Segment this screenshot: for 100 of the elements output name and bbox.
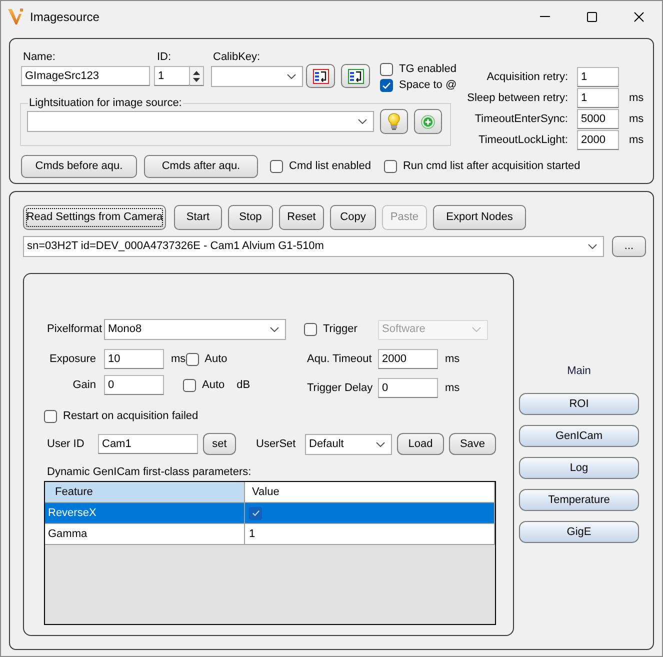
field-label: UserSet: [256, 436, 297, 452]
icon-button[interactable]: [341, 64, 370, 88]
checkbox[interactable]: [270, 160, 283, 173]
gain-field[interactable]: 0: [104, 375, 164, 395]
checkbox[interactable]: [44, 410, 57, 422]
field-label: CalibKey:: [212, 51, 262, 65]
field-label: Auto: [202, 378, 225, 393]
section-title: Dynamic GenICam first-class parameters:: [47, 466, 252, 479]
pixelformat-dropdown[interactable]: Mono8: [104, 319, 286, 340]
toolbar-button[interactable]: Reset: [279, 205, 324, 230]
field-label: ms: [629, 112, 644, 127]
checkbox[interactable]: [183, 378, 196, 392]
number-field[interactable]: 5000: [577, 109, 619, 129]
checkbox[interactable]: [384, 160, 397, 173]
field-label: ms: [445, 352, 460, 367]
field-label: ms: [629, 132, 644, 148]
timeout-field[interactable]: 2000: [378, 349, 438, 369]
field-label: TimeoutLockLight:: [478, 132, 568, 148]
add-button[interactable]: [414, 109, 442, 134]
page-button[interactable]: GigE: [519, 521, 639, 543]
field-label: User ID: [47, 436, 86, 452]
caret-up-icon[interactable]: [193, 70, 200, 74]
checkbox-label: Run cmd list after acquisition started: [402, 159, 580, 174]
field-label: TimeoutEnterSync:: [474, 112, 568, 127]
number-field[interactable]: 2000: [577, 130, 619, 150]
maximize-icon[interactable]: [586, 12, 596, 22]
icon-button[interactable]: [306, 64, 335, 88]
cmds-button[interactable]: Cmds after aqu.: [144, 155, 258, 178]
number-field[interactable]: 1: [577, 67, 619, 87]
window-title: Imagesource: [30, 8, 100, 26]
browse-button[interactable]: ...: [612, 236, 646, 257]
field-label: Acquisition retry:: [486, 70, 568, 85]
field-label: Gain: [72, 378, 97, 393]
checkbox-label: Cmd list enabled: [289, 159, 371, 174]
chevron-down-icon: [270, 327, 279, 332]
field-label: Auto: [204, 352, 228, 367]
lightbulb-button[interactable]: [380, 109, 408, 134]
checkbox-label: Restart on acquisition failed: [63, 408, 198, 424]
chevron-down-icon: [287, 74, 296, 79]
toolbar-button[interactable]: Read Settings from Camera: [23, 205, 166, 230]
checkbox-label: Space to @: [399, 78, 457, 93]
chevron-down-icon: [588, 244, 597, 249]
checkbox[interactable]: [186, 352, 199, 366]
checkbox-label: TG enabled: [399, 62, 456, 77]
user-set-button[interactable]: Load: [397, 433, 444, 455]
field-label: ms: [629, 90, 644, 106]
caret-down-icon[interactable]: [193, 78, 200, 82]
spin-buttons[interactable]: [189, 66, 204, 86]
user-set-dropdown[interactable]: Default: [305, 434, 392, 454]
chevron-down-icon: [472, 327, 481, 332]
page-button[interactable]: GenICam: [519, 425, 639, 447]
device-dropdown[interactable]: sn=03H2T id=DEV_000A4737326E - Cam1 Alvium G1-510m: [23, 236, 604, 257]
name-field[interactable]: GImageSrc123: [21, 66, 150, 86]
checkmark-icon: [252, 509, 260, 517]
chevron-down-icon: [376, 442, 385, 446]
field-label: dB: [236, 378, 250, 393]
table-cell: Gamma: [45, 524, 245, 545]
table-row[interactable]: Gamma 1: [45, 524, 495, 545]
field-label: ms: [445, 380, 460, 396]
toolbar-button[interactable]: Stop: [228, 205, 273, 230]
checkbox[interactable]: [380, 62, 393, 76]
field-label: ID:: [156, 51, 172, 65]
column-header[interactable]: Value: [245, 482, 495, 503]
checkbox[interactable]: [304, 323, 317, 336]
table-row[interactable]: ReverseX: [45, 503, 495, 524]
field-label: Pixelformat: [46, 322, 102, 338]
user-id-field[interactable]: Cam1: [98, 434, 198, 454]
number-field[interactable]: 1: [577, 88, 619, 108]
user-set-button[interactable]: Save: [449, 433, 496, 455]
field-label: Trigger Delay: [307, 380, 374, 396]
cmds-button[interactable]: Cmds before aqu.: [21, 155, 137, 178]
id-field[interactable]: 1: [154, 66, 189, 86]
lightbulb-icon: [388, 113, 400, 130]
field-label: Sleep between retry:: [467, 90, 568, 106]
toolbar-button[interactable]: Start: [174, 205, 222, 230]
logo-icon: [8, 8, 24, 25]
section-title: Main: [567, 365, 591, 378]
field-label: Exposure: [48, 352, 97, 367]
page-button[interactable]: ROI: [519, 393, 639, 415]
plus-icon: [421, 114, 435, 128]
minimize-icon[interactable]: [540, 16, 550, 17]
set-button[interactable]: set: [203, 433, 236, 455]
trigger-delay-field[interactable]: 0: [378, 378, 438, 398]
page-button[interactable]: Temperature: [519, 489, 639, 511]
checkmark-icon: [382, 80, 391, 90]
table-cell: 1: [245, 524, 495, 545]
toolbar-button[interactable]: Copy: [330, 205, 376, 230]
toolbar-button[interactable]: Export Nodes: [433, 205, 526, 230]
close-icon[interactable]: [634, 12, 644, 22]
chevron-down-icon: [358, 119, 367, 124]
checkbox[interactable]: [249, 506, 262, 520]
checkbox-label: Trigger: [323, 322, 358, 338]
exposure-field[interactable]: 10: [104, 349, 164, 369]
field-label: Name:: [22, 51, 56, 65]
field-label: ms: [171, 352, 186, 367]
column-header[interactable]: Feature: [45, 482, 245, 503]
group-label: Lightsituation for image source:: [28, 97, 183, 110]
checkbox[interactable]: [380, 78, 393, 92]
field-label: Aqu. Timeout: [307, 352, 373, 367]
page-button[interactable]: Log: [519, 457, 639, 479]
